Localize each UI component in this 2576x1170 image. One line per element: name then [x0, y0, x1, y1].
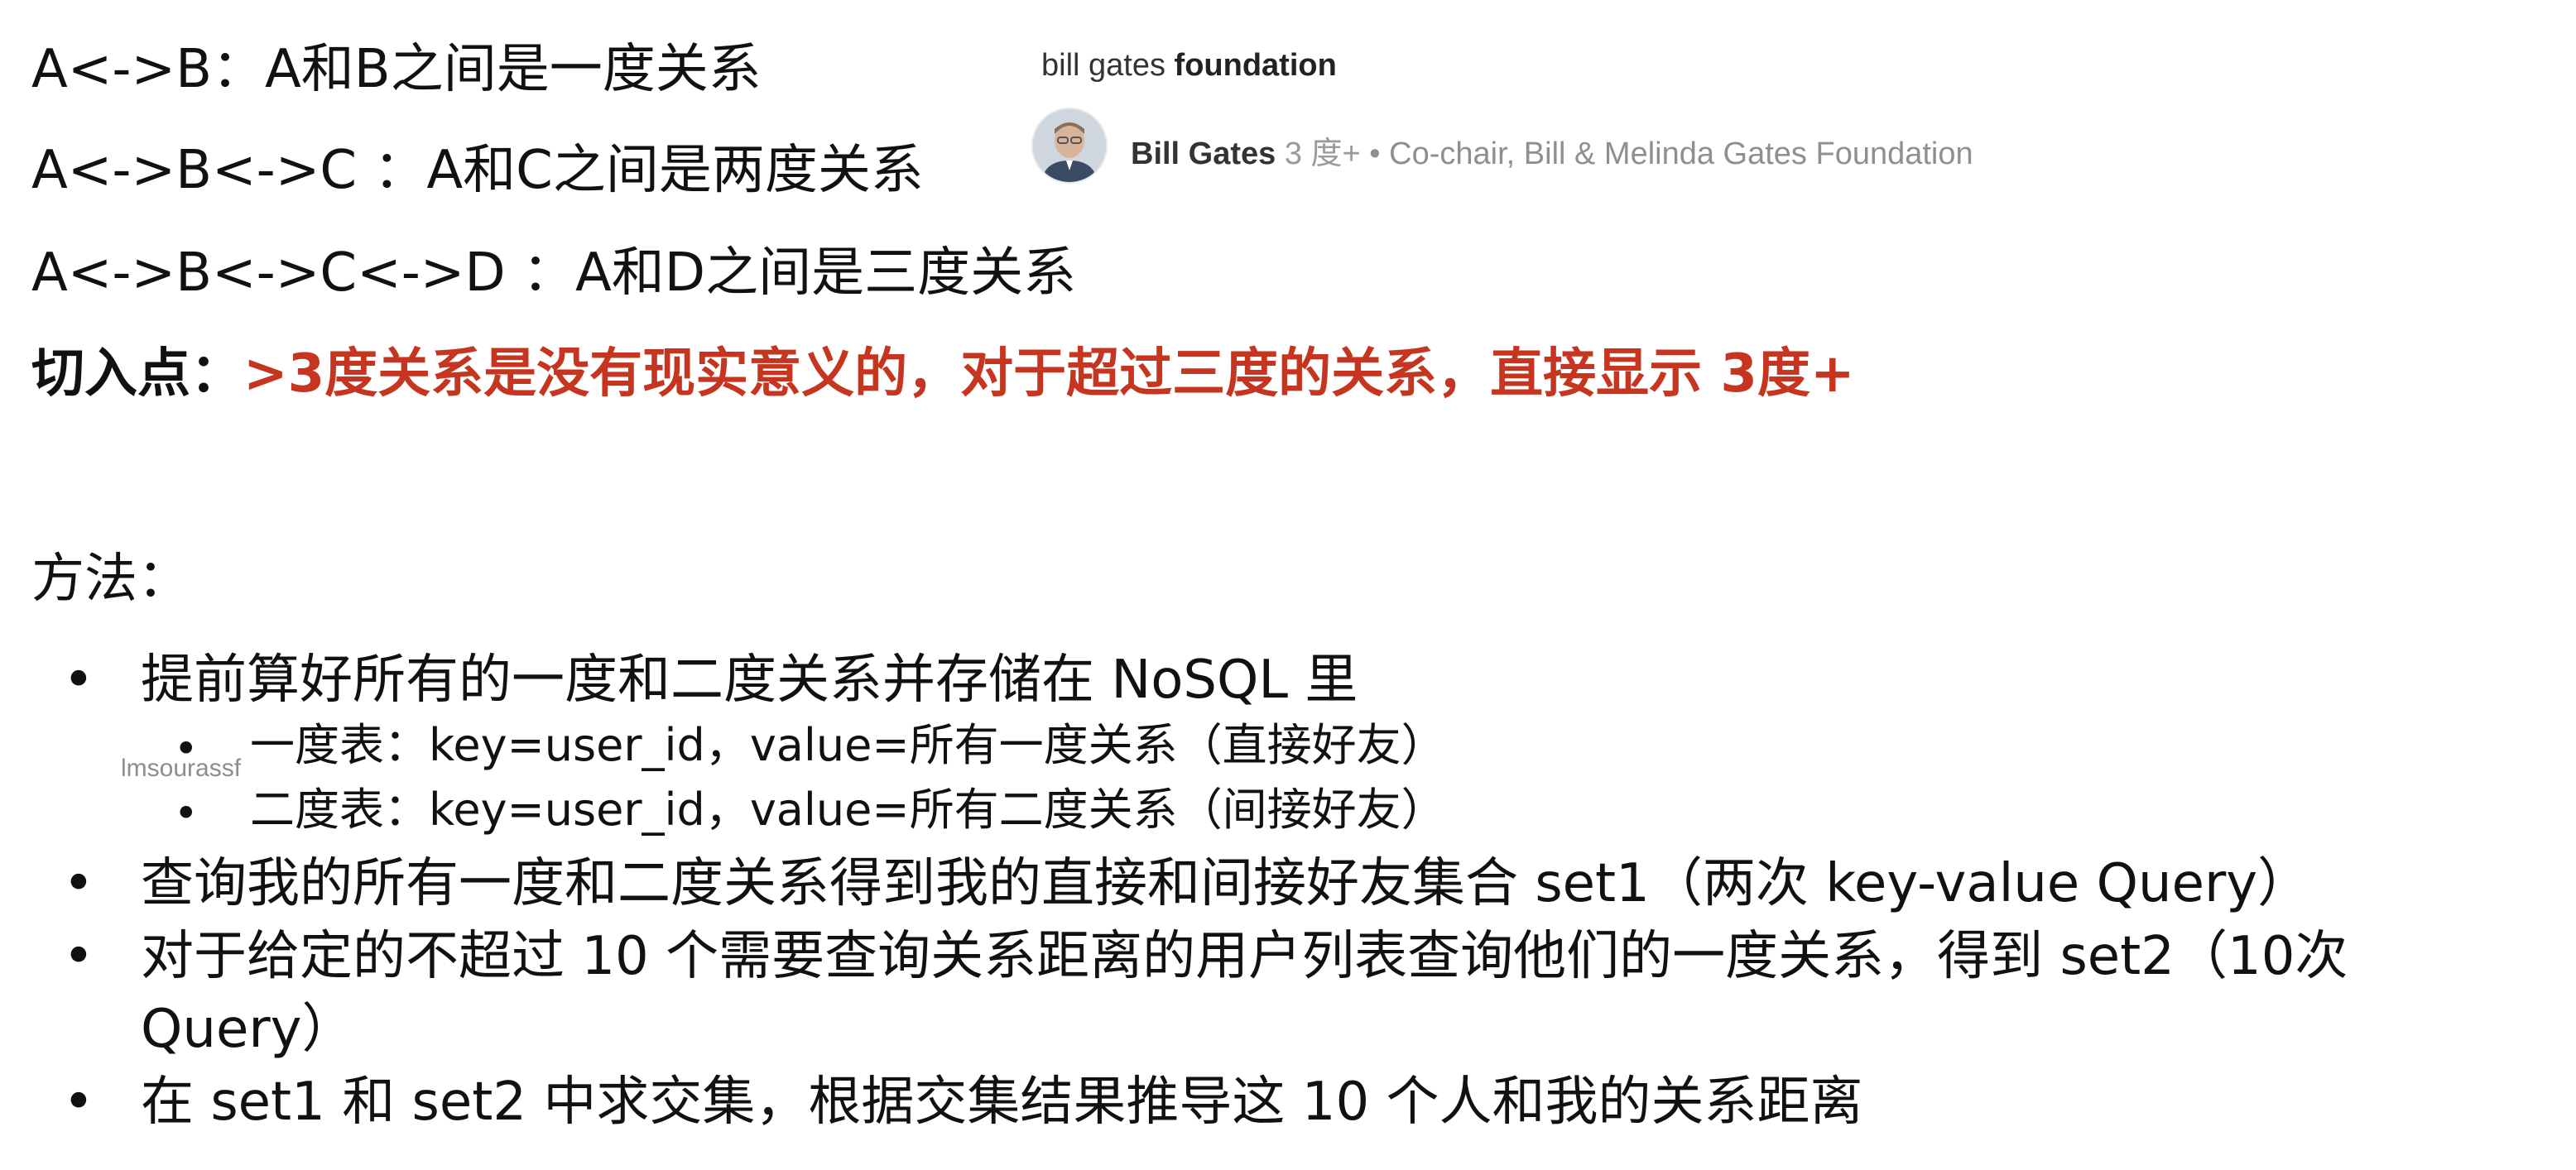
method-item-3-line-1: 对于给定的不超过 10 个需要查询关系距离的用户列表查询他们的一度关系，得到 s…: [141, 926, 2348, 987]
entry-point-text: >3度关系是没有现实意义的，对于超过三度的关系，直接显示 3度+: [243, 343, 1855, 405]
methods-heading: 方法：: [31, 549, 190, 610]
method-subitem-1: 一度表：key=user_id，value=所有一度关系（直接好友）: [250, 719, 1446, 771]
method-item-2: 查询我的所有一度和二度关系得到我的直接和间接好友集合 set1（两次 key-v…: [141, 853, 2311, 914]
entry-point-line: 切入点：>3度关系是没有现实意义的，对于超过三度的关系，直接显示 3度+: [31, 348, 1855, 400]
method-item-3-line-2: Query）: [141, 999, 355, 1060]
bullet-dot: •: [63, 853, 94, 914]
bullet-dot: •: [63, 650, 94, 711]
avatar: [1031, 108, 1108, 184]
sub-bullet-dot: •: [174, 789, 199, 837]
org-bold: foundation: [1174, 48, 1337, 83]
method-item-4: 在 set1 和 set2 中求交集，根据交集结果推导这 10 个人和我的关系距…: [141, 1072, 1863, 1133]
person-icon: [1033, 109, 1106, 182]
relation-line-3: A<->B<->C<->D ：A和D之间是三度关系: [31, 242, 1077, 304]
card-organization: bill gates foundation: [1041, 48, 1337, 84]
profile-title: Co-chair, Bill & Melinda Gates Foundatio…: [1380, 137, 1973, 171]
relation-line-1: A<->B：A和B之间是一度关系: [31, 39, 762, 100]
org-prefix: bill gates: [1041, 48, 1175, 83]
degree-badge: 3 度+: [1276, 137, 1370, 171]
relation-line-2: A<->B<->C ：A和C之间是两度关系: [31, 140, 924, 201]
method-subitem-2: 二度表：key=user_id，value=所有二度关系（间接好友）: [250, 784, 1446, 836]
card-profile-line: Bill Gates 3 度+ • Co-chair, Bill & Melin…: [1131, 127, 1973, 173]
entry-point-label: 切入点：: [31, 343, 243, 405]
method-item-1: 提前算好所有的一度和二度关系并存储在 NoSQL 里: [141, 650, 1358, 711]
bullet-dot: •: [63, 926, 94, 987]
separator-dot: •: [1369, 137, 1381, 171]
profile-name[interactable]: Bill Gates: [1131, 137, 1276, 171]
bullet-dot: •: [63, 1072, 94, 1133]
watermark: lmsourassf: [121, 755, 242, 782]
